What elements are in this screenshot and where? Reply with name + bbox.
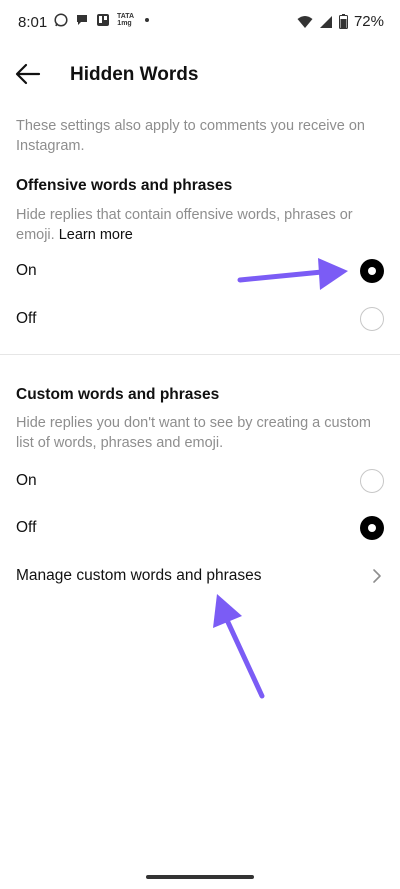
- home-indicator[interactable]: [146, 875, 254, 879]
- learn-more-link[interactable]: Learn more: [59, 227, 133, 243]
- more-notifications-dot: [145, 18, 149, 22]
- radio-selected[interactable]: [360, 516, 384, 540]
- header: Hidden Words: [0, 52, 400, 98]
- chevron-right-icon: [373, 569, 381, 583]
- system-icons: 72%: [297, 13, 384, 30]
- back-arrow-icon[interactable]: [14, 60, 42, 88]
- battery-percentage: 72%: [353, 13, 384, 30]
- option-label: On: [16, 472, 37, 489]
- chat-bubble-icon: [77, 15, 87, 25]
- manage-custom-words-label: Manage custom words and phrases: [16, 567, 262, 584]
- custom-option-on[interactable]: On: [0, 460, 400, 504]
- custom-option-off[interactable]: Off: [0, 507, 400, 551]
- arrow-to-manage-row: [213, 594, 265, 699]
- option-label: On: [16, 262, 37, 279]
- offensive-option-off[interactable]: Off: [0, 298, 400, 342]
- status-bar: 8:01 TATA 1mg 72%: [0, 0, 400, 46]
- status-time: 8:01: [18, 14, 48, 31]
- page-title: Hidden Words: [70, 64, 199, 85]
- radio-selected[interactable]: [360, 259, 384, 283]
- section-divider: [0, 354, 400, 355]
- offensive-section-description: Hide replies that contain offensive word…: [16, 205, 386, 245]
- radio-unselected[interactable]: [360, 307, 384, 331]
- tata-1mg-icon: TATA 1mg: [117, 13, 135, 27]
- whatsapp-icon: [54, 13, 68, 27]
- intro-text: These settings also apply to comments yo…: [16, 118, 365, 154]
- manage-custom-words-row[interactable]: Manage custom words and phrases: [0, 554, 400, 598]
- battery-icon: [338, 14, 348, 29]
- offensive-section-title: Offensive words and phrases: [16, 177, 233, 194]
- radio-unselected[interactable]: [360, 469, 384, 493]
- notification-icons: TATA 1mg: [54, 13, 149, 27]
- wifi-icon: [297, 15, 313, 28]
- offensive-option-on[interactable]: On: [0, 250, 400, 294]
- cell-signal-icon: [319, 15, 332, 28]
- trello-icon: [97, 14, 109, 26]
- option-label: Off: [16, 310, 37, 327]
- custom-section-title: Custom words and phrases: [16, 386, 220, 403]
- option-label: Off: [16, 519, 37, 536]
- custom-section-description: Hide replies you don't want to see by cr…: [16, 415, 371, 451]
